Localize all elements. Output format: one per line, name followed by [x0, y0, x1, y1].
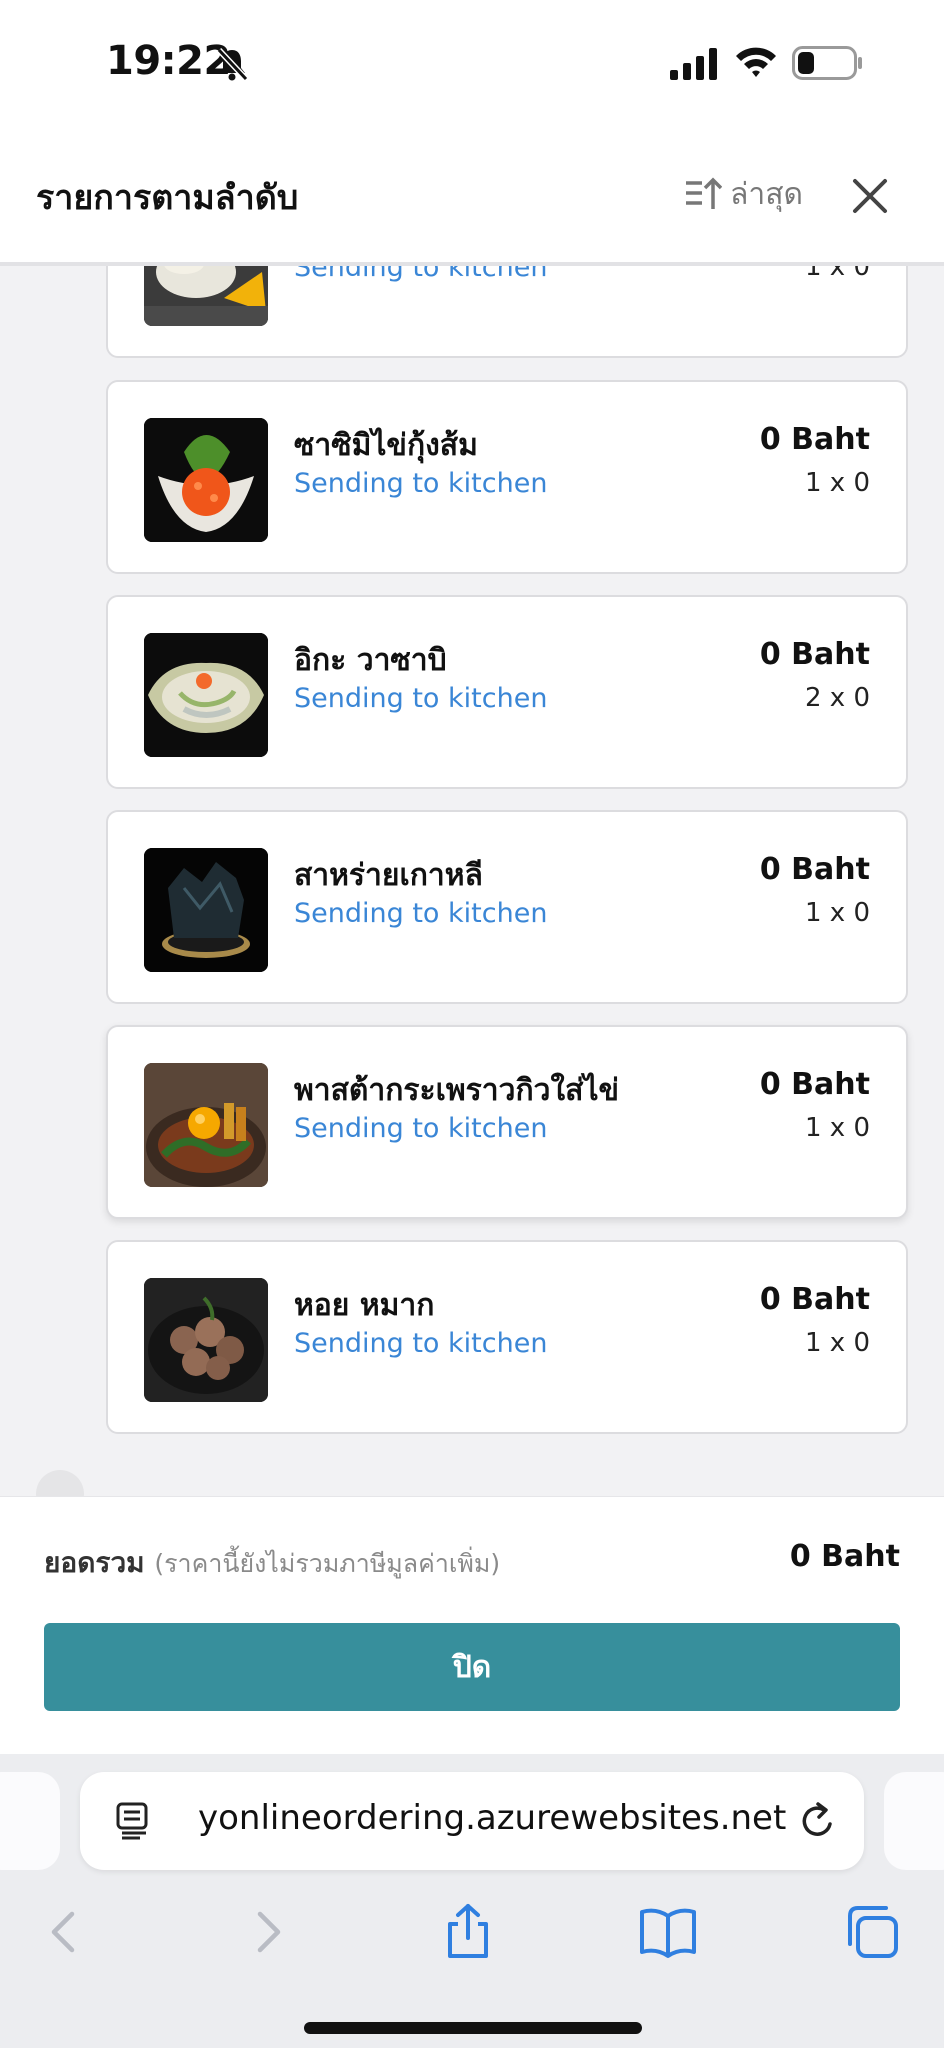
food-image [144, 848, 268, 972]
item-name: หอย หมาก [294, 1288, 435, 1323]
total-label-text: ยอดรวม [44, 1546, 145, 1579]
home-indicator [304, 2022, 642, 2034]
item-price: 0 Baht [759, 1282, 870, 1317]
item-status: Sending to kitchen [294, 1328, 548, 1359]
round-header [36, 1470, 908, 1496]
share-icon[interactable] [438, 1902, 498, 1962]
sheet-header: รายการตามลำดับ ล่าสุด [0, 130, 944, 266]
food-image [144, 1278, 268, 1402]
close-icon[interactable] [850, 176, 890, 216]
item-status: Sending to kitchen [294, 898, 548, 929]
bell-muted-icon [216, 47, 249, 82]
item-status: Sending to kitchen [294, 468, 548, 499]
forward-icon[interactable] [238, 1902, 298, 1962]
order-item-card[interactable]: ซาซิมิไข่กุ้งส้ม Sending to kitchen 0 Ba… [106, 380, 908, 574]
item-name: สาหร่ายเกาหลี [294, 858, 483, 893]
close-button[interactable]: ปิด [44, 1623, 900, 1711]
status-time: 19:22 [106, 38, 231, 84]
item-name: ซาซิมิไข่กุ้งส้ม [294, 428, 478, 463]
sort-ascending-icon [686, 177, 722, 209]
item-price: 0 Baht [759, 1067, 870, 1102]
battery-icon [792, 46, 862, 80]
item-name: อิกะ วาซาบิ [294, 643, 447, 678]
item-quantity: 1 x 0 [805, 1328, 870, 1358]
order-list[interactable]: Sending to kitchen 1 x 0 ซาซิมิไข่กุ้งส้… [0, 266, 944, 1496]
sort-button[interactable]: ล่าสุด [684, 172, 803, 216]
status-bar: 19:22 [0, 0, 944, 130]
item-quantity: 1 x 0 [805, 898, 870, 928]
food-image [144, 1063, 268, 1187]
order-item-card[interactable]: Sending to kitchen 1 x 0 [106, 266, 908, 358]
order-item-card[interactable]: อิกะ วาซาบิ Sending to kitchen 0 Baht 2 … [106, 595, 908, 789]
page-title: รายการตามลำดับ [36, 178, 299, 218]
browser-toolbar: yonlineordering.azurewebsites.net [0, 1754, 944, 2048]
item-name: พาสต้ากระเพราวกิวใส่ไข่ [294, 1073, 620, 1108]
next-tab-preview[interactable] [884, 1772, 944, 1870]
item-status: Sending to kitchen [294, 266, 548, 283]
address-bar[interactable]: yonlineordering.azurewebsites.net [80, 1772, 864, 1870]
cellular-signal-icon [670, 48, 717, 80]
order-item-card[interactable]: พาสต้ากระเพราวกิวใส่ไข่ Sending to kitch… [106, 1025, 908, 1219]
wifi-icon [736, 47, 776, 77]
round-badge [36, 1470, 84, 1496]
item-price: 0 Baht [759, 637, 870, 672]
item-status: Sending to kitchen [294, 1113, 548, 1144]
previous-tab-preview[interactable] [0, 1772, 60, 1870]
item-quantity: 1 x 0 [805, 266, 870, 282]
total-value: 0 Baht [789, 1539, 900, 1574]
total-note: (ราคานี้ยังไม่รวมภาษีมูลค่าเพิ่ม) [154, 1549, 501, 1578]
tabs-icon[interactable] [842, 1902, 902, 1962]
item-quantity: 1 x 0 [805, 1113, 870, 1143]
bookmarks-icon[interactable] [638, 1902, 698, 1962]
order-item-card[interactable]: หอย หมาก Sending to kitchen 0 Baht 1 x 0 [106, 1240, 908, 1434]
item-price: 0 Baht [759, 422, 870, 457]
food-image [144, 418, 268, 542]
item-status: Sending to kitchen [294, 683, 548, 714]
url-text[interactable]: yonlineordering.azurewebsites.net [198, 1798, 786, 1838]
food-image [144, 266, 268, 326]
item-quantity: 1 x 0 [805, 468, 870, 498]
back-icon[interactable] [34, 1902, 94, 1962]
sort-label: ล่าสุด [730, 176, 804, 212]
order-item-card[interactable]: สาหร่ายเกาหลี Sending to kitchen 0 Baht … [106, 810, 908, 1004]
food-image [144, 633, 268, 757]
reader-mode-icon[interactable] [116, 1802, 152, 1840]
order-footer: ยอดรวม (ราคานี้ยังไม่รวมภาษีมูลค่าเพิ่ม)… [0, 1496, 944, 1755]
item-price: 0 Baht [759, 852, 870, 887]
reload-icon[interactable] [798, 1800, 838, 1842]
item-quantity: 2 x 0 [805, 683, 870, 713]
total-label: ยอดรวม (ราคานี้ยังไม่รวมภาษีมูลค่าเพิ่ม) [44, 1541, 500, 1585]
